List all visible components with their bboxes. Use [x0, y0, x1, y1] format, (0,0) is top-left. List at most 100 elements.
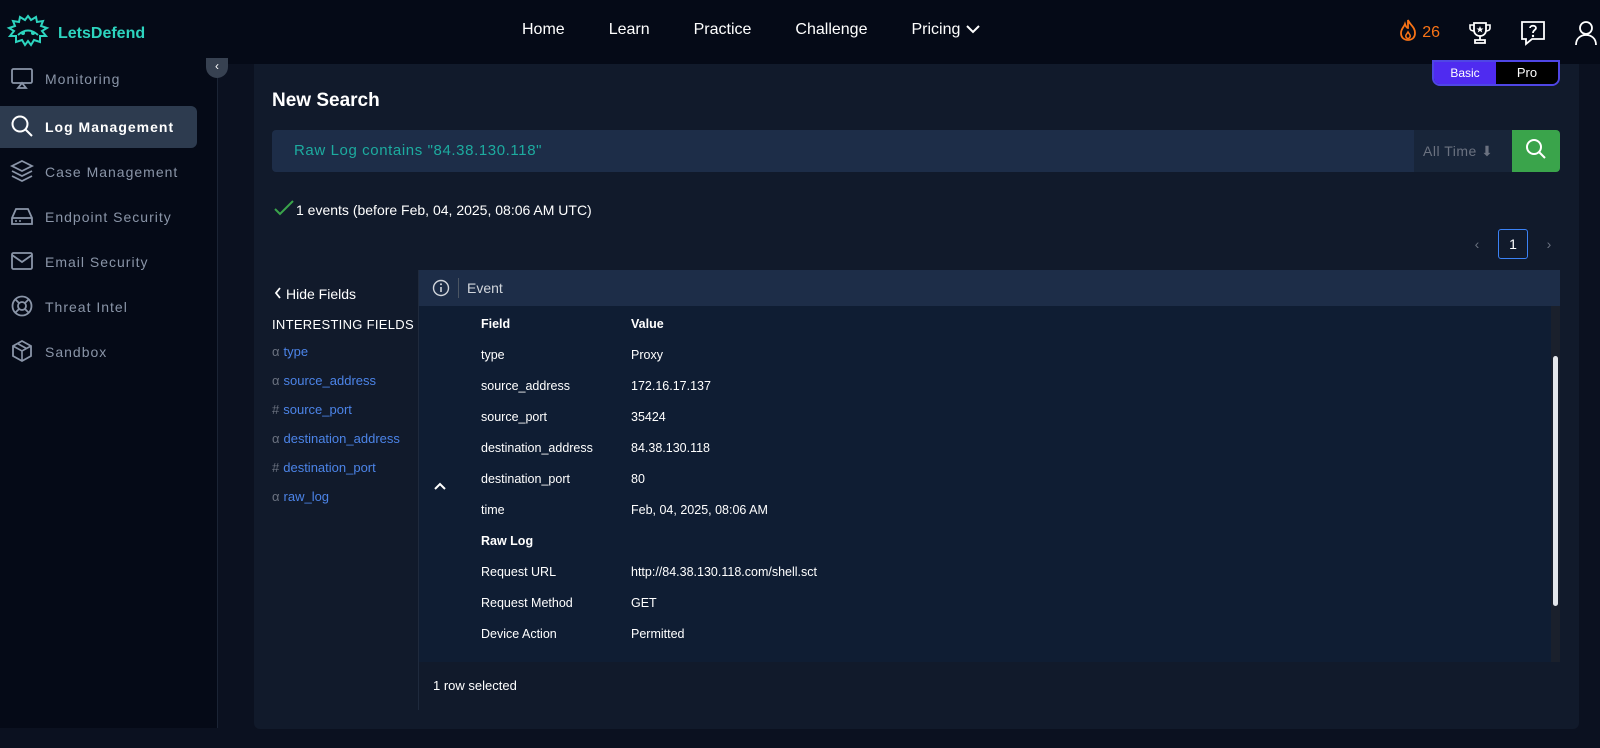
sidebar-item-label: Threat Intel: [45, 299, 128, 315]
field-item: α type: [272, 344, 308, 359]
field-type-symbol: α: [272, 344, 280, 359]
help-icon[interactable]: [1520, 20, 1546, 46]
sidebar-item-label: Log Management: [45, 119, 175, 135]
field-link[interactable]: source_address: [284, 373, 377, 388]
row-selection-status: 1 row selected: [433, 678, 517, 693]
sidebar-item-email-security[interactable]: Email Security: [0, 241, 197, 283]
search-input[interactable]: Raw Log contains "84.38.130.118": [272, 130, 1414, 172]
event-value: http://84.38.130.118.com/shell.sct: [631, 565, 817, 579]
main-nav: Home Learn Practice Challenge Pricing: [522, 21, 1024, 39]
field-link[interactable]: type: [284, 344, 309, 359]
sidebar-item-label: Monitoring: [45, 71, 121, 87]
event-details: Field Value type Proxy source_address 172.…: [419, 306, 1560, 662]
sidebar-item-label: Email Security: [45, 254, 149, 270]
pagination: ‹ 1 ›: [1462, 229, 1564, 259]
event-field: time: [481, 503, 505, 517]
top-navbar: LetsDefend Home Learn Practice Challenge…: [0, 0, 1600, 64]
field-link[interactable]: source_port: [283, 402, 352, 417]
search-icon: [10, 114, 34, 141]
hide-fields-button[interactable]: Hide Fields: [274, 286, 356, 302]
sidebar-item-endpoint-security[interactable]: Endpoint Security: [0, 196, 197, 238]
logo-icon: [6, 14, 50, 53]
field-item: α destination_address: [272, 431, 400, 446]
field-link[interactable]: destination_port: [283, 460, 376, 475]
event-field: type: [481, 348, 505, 362]
plan-toggle[interactable]: Basic Pro: [1432, 60, 1560, 86]
nav-home[interactable]: Home: [522, 21, 565, 39]
event-value: 35424: [631, 410, 666, 424]
sidebar-collapse-button[interactable]: ‹: [206, 58, 228, 78]
brand-logo[interactable]: LetsDefend: [6, 14, 145, 53]
check-icon: [274, 200, 294, 219]
search-icon: [1525, 138, 1547, 165]
nav-practice[interactable]: Practice: [694, 21, 752, 39]
field-item: # destination_port: [272, 460, 376, 475]
event-field: Request URL: [481, 565, 557, 579]
sidebar-item-monitoring[interactable]: Monitoring: [0, 58, 197, 100]
info-icon[interactable]: [432, 279, 450, 297]
sidebar-item-sandbox[interactable]: Sandbox: [0, 331, 197, 373]
sidebar-item-case-management[interactable]: Case Management: [0, 151, 197, 193]
event-value: Permitted: [631, 627, 685, 641]
field-link[interactable]: destination_address: [284, 431, 400, 446]
streak-counter[interactable]: 26: [1398, 18, 1440, 47]
raw-log-title: Raw Log: [481, 534, 533, 548]
field-type-symbol: #: [272, 460, 280, 475]
event-value: 172.16.17.137: [631, 379, 711, 393]
event-row: destination_port 80: [481, 472, 645, 486]
raw-log-row: Request URL http://84.38.130.118.com/shel…: [481, 565, 817, 579]
sidebar-item-label: Endpoint Security: [45, 209, 172, 225]
lifebuoy-icon: [10, 294, 34, 321]
field-item: α raw_log: [272, 489, 329, 504]
nav-learn[interactable]: Learn: [609, 21, 650, 39]
chevron-up-icon[interactable]: [433, 478, 447, 496]
flame-icon: [1398, 18, 1418, 47]
result-summary-text: 1 events (before Feb, 04, 2025, 08:06 AM…: [296, 201, 592, 218]
event-table-header: Event: [419, 270, 1560, 306]
hide-fields-label: Hide Fields: [286, 286, 357, 302]
event-column-label: Event: [467, 280, 503, 296]
brand-name: LetsDefend: [58, 24, 146, 42]
nav-challenge[interactable]: Challenge: [795, 21, 867, 39]
scrollbar-thumb[interactable]: [1553, 356, 1558, 606]
page-number[interactable]: 1: [1498, 229, 1528, 259]
event-value: 80: [631, 472, 645, 486]
event-columns-header: Field Value: [481, 317, 664, 331]
event-value: 84.38.130.118: [631, 441, 711, 455]
monitor-icon: [10, 67, 34, 92]
event-field: Request Method: [481, 596, 573, 610]
event-scrollbar[interactable]: [1551, 306, 1560, 662]
top-right-actions: 26: [1398, 18, 1600, 47]
nav-pricing-label: Pricing: [911, 21, 961, 38]
sidebar: Monitoring Log Management Case Managemen…: [0, 64, 218, 728]
raw-log-row: Request Method GET: [481, 596, 657, 610]
prev-page-button[interactable]: ‹: [1462, 236, 1492, 252]
time-range-select[interactable]: All Time ⬇: [1414, 130, 1512, 172]
sidebar-item-label: Sandbox: [45, 344, 108, 360]
sidebar-item-log-management[interactable]: Log Management: [0, 106, 197, 148]
event-row: type Proxy: [481, 348, 663, 362]
plan-pro-option[interactable]: Pro: [1496, 62, 1558, 84]
field-type-symbol: α: [272, 373, 280, 388]
field-item: # source_port: [272, 402, 352, 417]
trophy-icon[interactable]: [1468, 20, 1492, 46]
event-value: Feb, 04, 2025, 08:06 AM: [631, 503, 768, 517]
field-type-symbol: α: [272, 431, 280, 446]
event-field: destination_address: [481, 441, 593, 455]
sidebar-item-threat-intel[interactable]: Threat Intel: [0, 286, 197, 328]
field-type-symbol: α: [272, 489, 280, 504]
search-button[interactable]: [1512, 130, 1560, 172]
sidebar-item-label: Case Management: [45, 164, 179, 180]
raw-log-row: Device Action Permitted: [481, 627, 685, 641]
layers-icon: [9, 159, 35, 186]
event-row: source_address 172.16.17.137: [481, 379, 711, 393]
event-field: destination_port: [481, 472, 570, 486]
field-link[interactable]: raw_log: [284, 489, 330, 504]
streak-count: 26: [1422, 23, 1440, 41]
nav-pricing[interactable]: Pricing: [911, 21, 981, 39]
cube-icon: [10, 339, 34, 366]
user-icon[interactable]: [1574, 20, 1598, 46]
plan-basic-option[interactable]: Basic: [1434, 62, 1496, 84]
field-column-label: Field: [481, 317, 511, 331]
next-page-button[interactable]: ›: [1534, 236, 1564, 252]
